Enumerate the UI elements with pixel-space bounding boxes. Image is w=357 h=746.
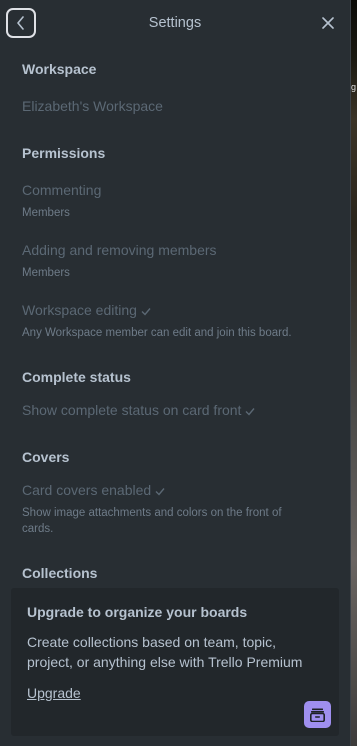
card-covers-description: Show image attachments and colors on the… — [22, 505, 282, 537]
upgrade-card-heading: Upgrade to organize your boards — [27, 604, 248, 620]
complete-status-heading: Complete status — [22, 369, 131, 385]
checkmark-icon — [245, 407, 255, 416]
complete-status-label: Show complete status on card front — [22, 402, 242, 418]
collections-heading: Collections — [22, 565, 98, 581]
commenting-value: Members — [22, 207, 70, 219]
close-icon — [322, 17, 334, 29]
adding-removing-members-value: Members — [22, 267, 70, 279]
covers-heading: Covers — [22, 449, 70, 465]
settings-panel: Settings Workspace Elizabeth's Workspace… — [0, 0, 351, 746]
card-covers-description-line2: cards. — [22, 523, 54, 535]
upgrade-card-description: Create collections based on team, topic,… — [27, 634, 303, 670]
workspace-heading: Workspace — [22, 61, 97, 77]
upgrade-card: Upgrade to organize your boards Create c… — [11, 588, 339, 736]
close-button[interactable] — [320, 15, 336, 31]
card-covers-label: Card covers enabled — [22, 482, 152, 498]
card-covers-description-line1: Show image attachments and colors on the… — [22, 507, 282, 519]
permissions-heading: Permissions — [22, 145, 106, 161]
checkmark-icon — [155, 487, 165, 496]
commenting-setting[interactable]: Commenting — [22, 182, 101, 198]
workspace-name-link[interactable]: Elizabeth's Workspace — [22, 98, 163, 114]
workspace-editing-setting[interactable]: Workspace editing — [22, 302, 151, 318]
collection-icon — [310, 708, 325, 722]
background-text-fragment: g — [351, 82, 357, 92]
board-background: g — [351, 0, 357, 746]
upgrade-link[interactable]: Upgrade — [27, 685, 81, 701]
workspace-editing-description: Any Workspace member can edit and join t… — [22, 327, 292, 339]
adding-removing-members-setting[interactable]: Adding and removing members — [22, 242, 217, 258]
checkmark-icon — [141, 307, 151, 316]
panel-title: Settings — [148, 15, 202, 31]
complete-status-setting[interactable]: Show complete status on card front — [22, 402, 255, 418]
card-covers-setting[interactable]: Card covers enabled — [22, 482, 165, 498]
premium-badge — [304, 701, 331, 728]
workspace-editing-label: Workspace editing — [22, 302, 137, 318]
panel-header: Settings — [0, 0, 350, 48]
